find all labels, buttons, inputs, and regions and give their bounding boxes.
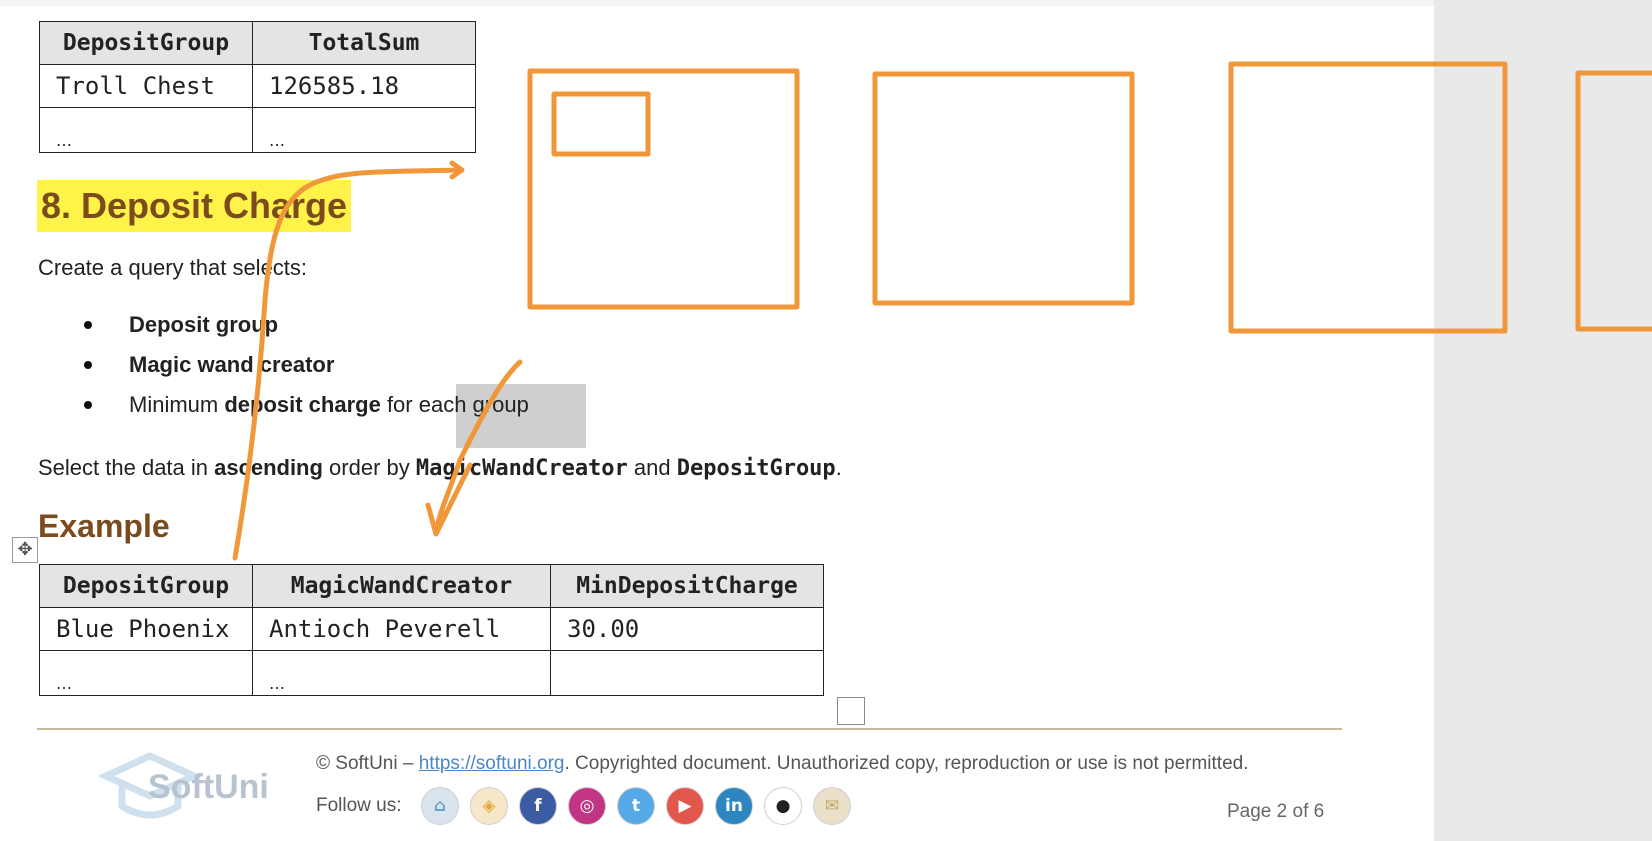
annotation-arrowhead (425, 462, 473, 537)
annotation-box (872, 71, 1135, 306)
annotation-overlay (232, 61, 1652, 561)
annotation-arrow (232, 167, 463, 561)
annotation-box (527, 68, 800, 310)
annotation-box (551, 91, 651, 157)
annotation-box (1575, 70, 1652, 332)
annotation-box (1228, 61, 1508, 334)
